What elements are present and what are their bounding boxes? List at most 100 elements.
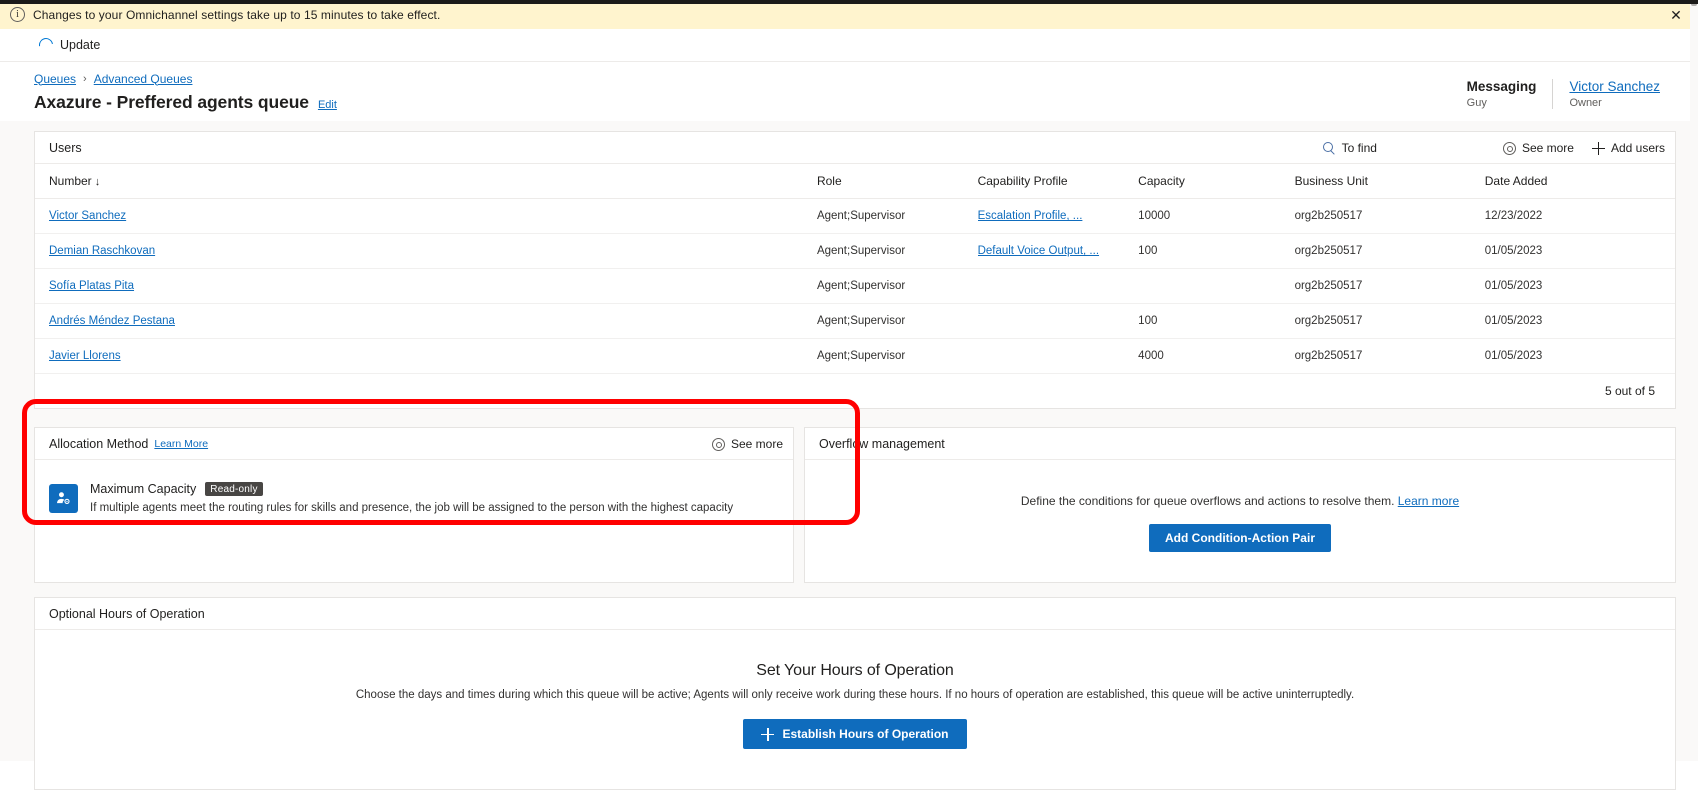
overflow-description: Define the conditions for queue overflow… [1020, 494, 1395, 508]
cell-name: Demian Raschkovan [35, 233, 817, 269]
column-header-number[interactable]: Number ↓ [35, 164, 817, 199]
notification-text: Changes to your Omnichannel settings tak… [33, 7, 441, 22]
column-header-capacity[interactable]: Capacity [1138, 164, 1295, 199]
allocation-method-text: Maximum Capacity Read-only If multiple a… [90, 482, 733, 514]
cell-role: Agent;Supervisor [816, 303, 978, 339]
users-panel: Users To find See more Add users Number … [34, 131, 1676, 409]
see-more-users-label: See more [1521, 141, 1574, 155]
allocation-method-title-row: Maximum Capacity Read-only [90, 482, 733, 496]
cell-role: Agent;Supervisor [816, 233, 978, 269]
cell-business-unit: org2b250517 [1294, 338, 1485, 374]
search-button[interactable]: To find [1322, 141, 1377, 155]
refresh-spinner-icon [36, 35, 56, 55]
allocation-panel-header: Allocation Method Learn More See more [35, 428, 793, 460]
update-button[interactable]: Update [34, 35, 105, 55]
cell-business-unit: org2b250517 [1294, 198, 1485, 234]
allocation-see-more-label: See more [730, 437, 783, 451]
capability-profile-link[interactable]: Escalation Profile, ... [978, 210, 1083, 222]
establish-hours-of-operation-button[interactable]: Establish Hours of Operation [743, 719, 967, 749]
breadcrumb: Queues › Advanced Queues [34, 70, 1698, 87]
add-users-label: Add users [1610, 141, 1665, 155]
users-panel-header: Users To find See more Add users [35, 132, 1675, 164]
cell-role: Agent;Supervisor [816, 338, 978, 374]
user-link[interactable]: Sofía Platas Pita [49, 280, 134, 292]
allocation-panel-actions: See more [711, 428, 783, 460]
update-button-label: Update [60, 38, 101, 52]
column-header-capability-profile[interactable]: Capability Profile [977, 164, 1139, 199]
cell-date-added: 01/05/2023 [1484, 303, 1675, 339]
column-header-business-unit[interactable]: Business Unit [1294, 164, 1485, 199]
table-row[interactable]: Demian Raschkovan Agent;Supervisor Defau… [35, 233, 1675, 269]
info-circle-icon: i [10, 7, 25, 22]
user-link[interactable]: Andrés Méndez Pestana [49, 315, 175, 327]
cell-capacity: 100 [1138, 233, 1295, 269]
add-condition-action-pair-button[interactable]: Add Condition-Action Pair [1149, 524, 1331, 552]
user-link[interactable]: Victor Sanchez [49, 210, 126, 222]
header-field-owner-value[interactable]: Victor Sanchez [1569, 79, 1660, 94]
cell-capacity: 4000 [1138, 338, 1295, 374]
cell-capability-profile [977, 303, 1139, 339]
allocation-method-panel: Allocation Method Learn More See more Ma… [34, 427, 794, 583]
table-row[interactable]: Javier Llorens Agent;Supervisor 4000 org… [35, 338, 1675, 374]
header-meta-fields: Messaging Guy Victor Sanchez Owner [1451, 79, 1676, 109]
table-row[interactable]: Victor Sanchez Agent;Supervisor Escalati… [35, 198, 1675, 234]
establish-hours-label: Establish Hours of Operation [782, 727, 949, 741]
table-row[interactable]: Sofía Platas Pita Agent;Supervisor org2b… [35, 268, 1675, 304]
users-table-body: Victor Sanchez Agent;Supervisor Escalati… [35, 198, 1675, 374]
overflow-panel-title: Overflow management [819, 436, 945, 451]
cell-capacity: 100 [1138, 303, 1295, 339]
cell-name: Sofía Platas Pita [35, 268, 817, 304]
header-field-owner-label: Owner [1569, 97, 1602, 109]
edit-title-link[interactable]: Edit [318, 99, 337, 111]
allocation-method-name: Maximum Capacity [90, 482, 197, 496]
cell-date-added: 01/05/2023 [1484, 268, 1675, 304]
page-scrollbar[interactable] [1690, 0, 1698, 761]
header-field-channel-value: Messaging [1466, 79, 1537, 94]
sort-arrow-icon: ↓ [94, 176, 101, 188]
allocation-learn-more-link[interactable]: Learn More [154, 438, 208, 450]
users-table-footer: 5 out of 5 [35, 374, 1675, 408]
overflow-panel-body: Define the conditions for queue overflow… [805, 460, 1675, 582]
column-header-number-label: Number [49, 174, 92, 188]
cell-capacity [1138, 268, 1295, 304]
hours-panel-title: Optional Hours of Operation [49, 606, 205, 621]
users-table-head: Number ↓ Role Capability Profile Capacity… [35, 164, 1675, 199]
cell-name: Victor Sanchez [35, 198, 817, 234]
overflow-learn-more-link[interactable]: Learn more [1398, 494, 1459, 508]
header-field-owner: Victor Sanchez Owner [1552, 79, 1676, 109]
allocation-see-more-button[interactable]: See more [711, 437, 783, 451]
hours-of-operation-panel: Optional Hours of Operation Set Your Hou… [34, 597, 1676, 790]
column-header-role[interactable]: Role [816, 164, 978, 199]
page-title: Axazure - Preffered agents queue [34, 92, 309, 112]
window-chrome-strip [0, 0, 1698, 4]
gear-icon [711, 437, 725, 451]
header-field-channel: Messaging Guy [1451, 79, 1553, 109]
cell-capability-profile: Default Voice Output, ... [977, 233, 1139, 269]
add-users-button[interactable]: Add users [1591, 141, 1665, 155]
cell-capability-profile [977, 268, 1139, 304]
users-table-header-row: Number ↓ Role Capability Profile Capacity… [35, 164, 1675, 199]
record-count: 5 out of 5 [1604, 384, 1655, 398]
breadcrumb-item-advanced-queues[interactable]: Advanced Queues [94, 72, 193, 86]
cell-capability-profile: Escalation Profile, ... [977, 198, 1139, 234]
user-link[interactable]: Javier Llorens [49, 350, 121, 362]
see-more-users-button[interactable]: See more [1502, 141, 1574, 155]
users-table: Number ↓ Role Capability Profile Capacity… [35, 164, 1675, 374]
users-panel-actions: To find See more Add users [1322, 132, 1665, 164]
close-icon[interactable]: ✕ [1668, 7, 1684, 23]
cell-date-added: 01/05/2023 [1484, 338, 1675, 374]
table-row[interactable]: Andrés Méndez Pestana Agent;Supervisor 1… [35, 303, 1675, 339]
main-content: Users To find See more Add users Number … [0, 121, 1698, 790]
breadcrumb-item-queues[interactable]: Queues [34, 72, 76, 86]
overflow-management-panel: Overflow management Define the condition… [804, 427, 1676, 583]
breadcrumb-separator-icon: › [83, 72, 87, 85]
cell-name: Javier Llorens [35, 338, 817, 374]
cell-capability-profile [977, 338, 1139, 374]
user-link[interactable]: Demian Raschkovan [49, 245, 155, 257]
cell-business-unit: org2b250517 [1294, 303, 1485, 339]
cell-date-added: 01/05/2023 [1484, 233, 1675, 269]
status-badge: Read-only [205, 482, 263, 496]
column-header-date-added[interactable]: Date Added [1484, 164, 1675, 199]
capability-profile-link[interactable]: Default Voice Output, ... [978, 245, 1099, 257]
allocation-method-body: Maximum Capacity Read-only If multiple a… [35, 460, 793, 540]
